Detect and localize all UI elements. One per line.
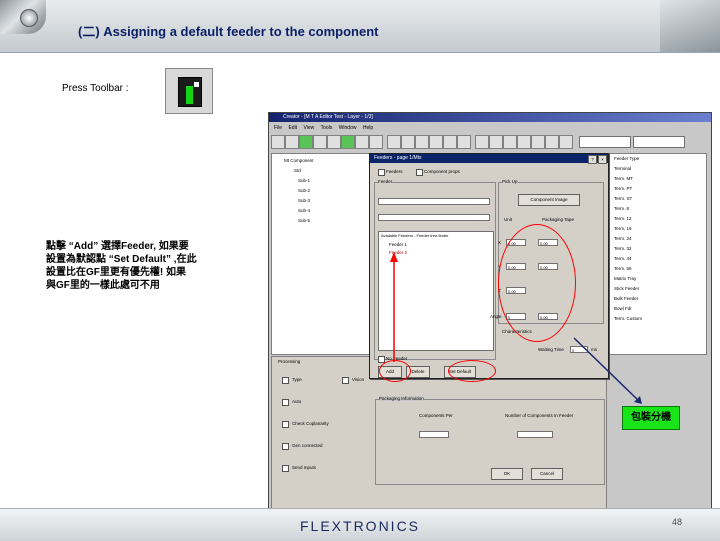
red-arrow-head: [390, 252, 398, 262]
annotation-arrows: [390, 252, 642, 404]
page-number: 48: [672, 517, 683, 527]
flextronics-logo: FLEXTRONICS: [300, 518, 421, 534]
blue-arrow-line: [573, 337, 641, 403]
packaging-callout: 包裝分機: [622, 406, 680, 430]
